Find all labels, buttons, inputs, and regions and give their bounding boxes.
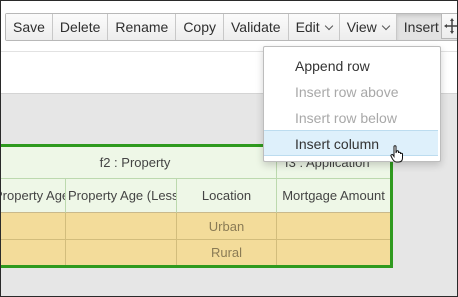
table-cell[interactable] bbox=[66, 240, 177, 265]
delete-button[interactable]: Delete bbox=[52, 14, 109, 40]
table-cell[interactable] bbox=[1, 213, 66, 240]
toolbar: Save Delete Rename Copy Validate Edit Vi… bbox=[1, 1, 457, 51]
chevron-down-icon bbox=[381, 21, 391, 31]
menu-item-insert-column[interactable]: Insert column bbox=[264, 130, 438, 156]
move-button[interactable] bbox=[441, 13, 457, 39]
table-cell[interactable] bbox=[1, 240, 66, 265]
column-header-location[interactable]: Location bbox=[177, 179, 277, 213]
validate-button[interactable]: Validate bbox=[224, 14, 289, 40]
column-header-property-age-b[interactable]: Property Age (Less Th bbox=[66, 179, 177, 213]
hand-cursor-icon bbox=[390, 145, 403, 163]
view-menu-button[interactable]: View bbox=[339, 14, 397, 40]
view-menu-label: View bbox=[346, 19, 377, 35]
insert-dropdown-menu: Append row Insert row above Insert row b… bbox=[263, 46, 441, 162]
table-cell[interactable] bbox=[277, 213, 390, 240]
menu-item-append-row[interactable]: Append row bbox=[264, 53, 438, 79]
group-header-property[interactable]: f2 : Property bbox=[1, 147, 277, 179]
column-header-mortgage-amount[interactable]: Mortgage Amount bbox=[277, 179, 390, 213]
table-cell[interactable] bbox=[66, 213, 177, 240]
move-icon bbox=[444, 18, 457, 34]
menu-item-insert-row-above[interactable]: Insert row above bbox=[264, 79, 438, 105]
edit-menu-label: Edit bbox=[295, 19, 320, 35]
save-button[interactable]: Save bbox=[6, 14, 53, 40]
edit-menu-button[interactable]: Edit bbox=[288, 14, 340, 40]
copy-button[interactable]: Copy bbox=[176, 14, 224, 40]
action-button-group: Save Delete Rename Copy Validate Edit Vi… bbox=[5, 13, 457, 41]
menu-item-insert-row-below[interactable]: Insert row below bbox=[264, 105, 438, 131]
table-cell[interactable]: Rural bbox=[177, 240, 277, 265]
decision-table[interactable]: f2 : Property f3 : Application Property … bbox=[1, 144, 393, 268]
app-window: Save Delete Rename Copy Validate Edit Vi… bbox=[0, 0, 458, 297]
column-header-property-age-a[interactable]: Property Age (Less Than) bbox=[1, 179, 66, 213]
rename-button[interactable]: Rename bbox=[108, 14, 177, 40]
table-cell[interactable]: Urban bbox=[177, 213, 277, 240]
table-cell[interactable] bbox=[277, 240, 390, 265]
insert-menu-label: Insert bbox=[403, 19, 439, 35]
chevron-down-icon bbox=[324, 21, 333, 31]
